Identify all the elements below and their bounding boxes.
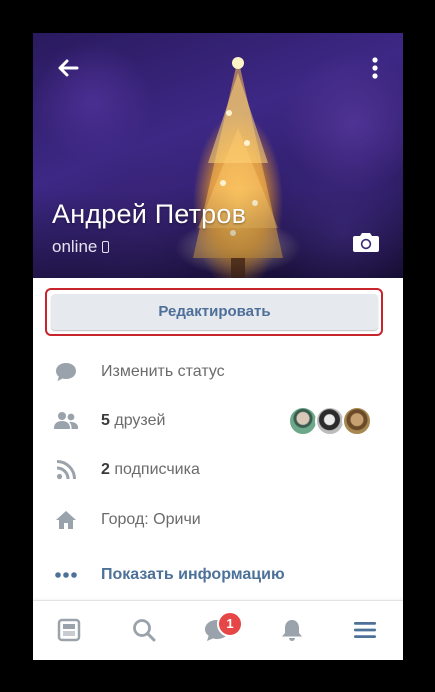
news-icon	[57, 618, 81, 642]
back-arrow-icon	[58, 59, 79, 77]
profile-name: Андрей Петров	[52, 199, 247, 229]
camera-icon	[353, 233, 379, 252]
friends-count: 5	[101, 412, 110, 429]
phone-icon	[102, 241, 110, 253]
comment-icon	[53, 359, 79, 385]
back-button[interactable]	[55, 55, 81, 81]
change-status-row[interactable]: Изменить статус	[33, 352, 403, 392]
city-label: Город: Оричи	[101, 511, 201, 528]
show-info-row[interactable]: Показать информацию	[33, 555, 403, 595]
nav-notifications[interactable]	[276, 614, 308, 646]
friends-row[interactable]: 5 друзей	[33, 401, 403, 441]
bell-icon	[282, 620, 302, 641]
followers-count: 2	[101, 461, 110, 478]
friends-text: друзей	[109, 412, 166, 429]
online-status-text: online	[52, 237, 98, 256]
avatar	[342, 406, 372, 436]
more-horizontal-icon	[53, 562, 79, 588]
nav-news[interactable]	[53, 614, 85, 646]
friends-icon	[53, 408, 79, 434]
change-status-label: Изменить статус	[101, 363, 225, 380]
avatar	[288, 406, 318, 436]
more-options-button[interactable]	[365, 55, 385, 81]
more-vertical-icon	[372, 57, 378, 79]
city-row: Город: Оричи	[33, 500, 403, 540]
rss-icon	[53, 457, 79, 483]
followers-label: 2 подписчика	[101, 461, 200, 479]
home-icon	[53, 507, 79, 533]
messages-badge: 1	[217, 611, 243, 637]
change-photo-button[interactable]	[352, 230, 380, 254]
nav-search[interactable]	[128, 614, 160, 646]
bottom-navigation: 1	[33, 600, 403, 660]
followers-row[interactable]: 2 подписчика	[33, 450, 403, 490]
menu-icon	[354, 622, 376, 638]
profile-cover: Андрей Петров online	[33, 33, 403, 278]
avatar	[315, 406, 345, 436]
online-status: online	[52, 237, 110, 257]
followers-text: подписчика	[109, 461, 200, 478]
profile-screen: Андрей Петров online Редактировать Измен…	[33, 33, 403, 660]
friends-avatars	[288, 406, 372, 436]
friends-label: 5 друзей	[101, 412, 165, 430]
edit-profile-button[interactable]: Редактировать	[51, 294, 378, 330]
show-info-link[interactable]: Показать информацию	[101, 566, 285, 584]
search-icon	[133, 619, 156, 642]
nav-menu[interactable]	[349, 614, 381, 646]
